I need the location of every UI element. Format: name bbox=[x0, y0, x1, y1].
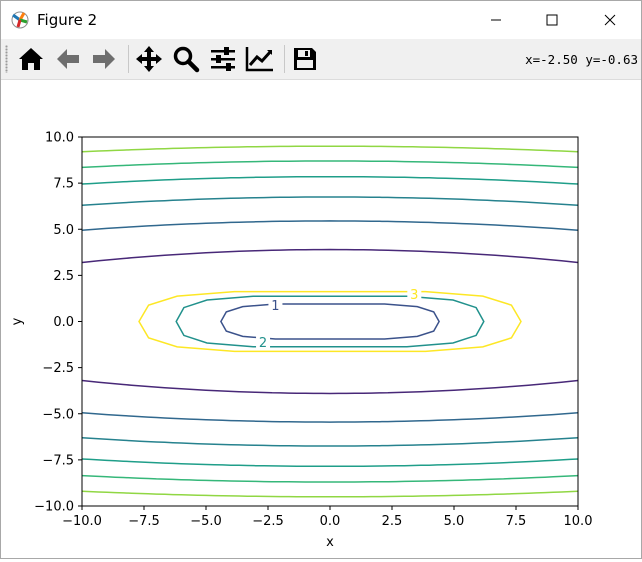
contour-line-upper-5 bbox=[81, 160, 579, 169]
pan-button[interactable] bbox=[133, 43, 165, 75]
y-tick-label: −2.5 bbox=[42, 361, 74, 376]
contour-line-upper-3 bbox=[81, 196, 579, 207]
home-icon bbox=[19, 48, 43, 70]
figure-window: Figure 2 x=-2.50 y=-0.63 1 2 3 −10.0 −7.… bbox=[0, 0, 642, 559]
home-button[interactable] bbox=[15, 43, 47, 75]
zoom-magnifier-icon bbox=[173, 46, 200, 73]
x-tick-label: 2.5 bbox=[382, 514, 403, 529]
y-tick-label: 0.0 bbox=[53, 315, 74, 330]
zoom-button[interactable] bbox=[170, 43, 202, 75]
y-tick-label: 5.0 bbox=[53, 223, 74, 238]
x-axis-label: x bbox=[326, 535, 334, 550]
x-axis-ticks: −10.0 −7.5 −5.0 −2.5 0.0 2.5 5.0 7.5 10.0 bbox=[62, 506, 592, 529]
x-tick-label: −10.0 bbox=[62, 514, 102, 529]
contour-line-upper-1 bbox=[81, 248, 579, 264]
contour-plot[interactable]: 1 2 3 −10.0 −7.5 −5.0 −2.5 0.0 2.5 5.0 7.5 10.0 −1… bbox=[1, 80, 641, 558]
line-chart-icon bbox=[245, 47, 273, 72]
title-bar: Figure 2 bbox=[1, 1, 641, 39]
contour-line-lower-5 bbox=[81, 474, 579, 483]
close-icon bbox=[604, 14, 616, 26]
window-title: Figure 2 bbox=[37, 11, 98, 29]
contour-line-lower-3 bbox=[81, 436, 579, 447]
customize-button[interactable] bbox=[244, 43, 276, 75]
contour-line-upper-4 bbox=[81, 175, 579, 185]
x-tick-label: 10.0 bbox=[564, 514, 593, 529]
contour-line-lower-1 bbox=[81, 379, 579, 395]
x-tick-label: −5.0 bbox=[190, 514, 222, 529]
y-tick-label: −7.5 bbox=[42, 453, 74, 468]
arrow-right-icon bbox=[93, 49, 115, 69]
contour-line-upper-2 bbox=[81, 220, 579, 231]
toolbar-grip[interactable] bbox=[5, 45, 8, 73]
minimize-icon bbox=[491, 19, 501, 21]
maximize-button[interactable] bbox=[529, 1, 575, 39]
forward-button[interactable] bbox=[88, 43, 120, 75]
y-axis-label: y bbox=[10, 317, 25, 325]
y-tick-label: −5.0 bbox=[42, 407, 74, 422]
contour-lines bbox=[81, 145, 579, 498]
cursor-coordinates: x=-2.50 y=-0.63 bbox=[525, 52, 638, 67]
save-button[interactable] bbox=[289, 43, 321, 75]
contour-line-level-1 bbox=[220, 303, 440, 340]
matplotlib-icon bbox=[11, 11, 29, 29]
figure-canvas[interactable]: 1 2 3 −10.0 −7.5 −5.0 −2.5 0.0 2.5 5.0 7.5 10.0 −1… bbox=[1, 80, 641, 558]
x-tick-label: −7.5 bbox=[128, 514, 160, 529]
navigation-toolbar: x=-2.50 y=-0.63 bbox=[1, 39, 641, 80]
x-tick-label: 0.0 bbox=[320, 514, 341, 529]
contour-line-lower-6 bbox=[81, 490, 579, 498]
contour-label-2: 2 bbox=[259, 336, 267, 351]
contour-line-upper-6 bbox=[81, 145, 579, 153]
toolbar-separator bbox=[128, 45, 129, 73]
floppy-disk-icon bbox=[294, 48, 316, 70]
arrow-left-icon bbox=[57, 49, 79, 69]
x-tick-label: 7.5 bbox=[506, 514, 527, 529]
maximize-icon bbox=[546, 14, 558, 26]
contour-line-level-3 bbox=[138, 290, 522, 353]
toolbar-separator bbox=[284, 45, 285, 73]
y-tick-label: −10.0 bbox=[34, 500, 74, 515]
contour-line-lower-4 bbox=[81, 458, 579, 468]
y-axis-ticks: −10.0 −7.5 −5.0 −2.5 0.0 2.5 5.0 7.5 10.0 bbox=[34, 131, 82, 515]
axes-frame bbox=[81, 136, 579, 507]
y-tick-label: 7.5 bbox=[53, 177, 74, 192]
pan-move-icon bbox=[136, 46, 162, 72]
minimize-button[interactable] bbox=[473, 1, 519, 39]
y-tick-label: 2.5 bbox=[53, 269, 74, 284]
contour-label-1: 1 bbox=[271, 299, 279, 314]
back-button[interactable] bbox=[52, 43, 84, 75]
sliders-icon bbox=[211, 47, 235, 71]
y-tick-label: 10.0 bbox=[45, 131, 74, 146]
close-button[interactable] bbox=[587, 1, 633, 39]
contour-label-3: 3 bbox=[410, 288, 418, 303]
x-tick-label: 5.0 bbox=[444, 514, 465, 529]
subplots-button[interactable] bbox=[207, 43, 239, 75]
contour-line-lower-2 bbox=[81, 412, 579, 423]
x-tick-label: −2.5 bbox=[252, 514, 284, 529]
